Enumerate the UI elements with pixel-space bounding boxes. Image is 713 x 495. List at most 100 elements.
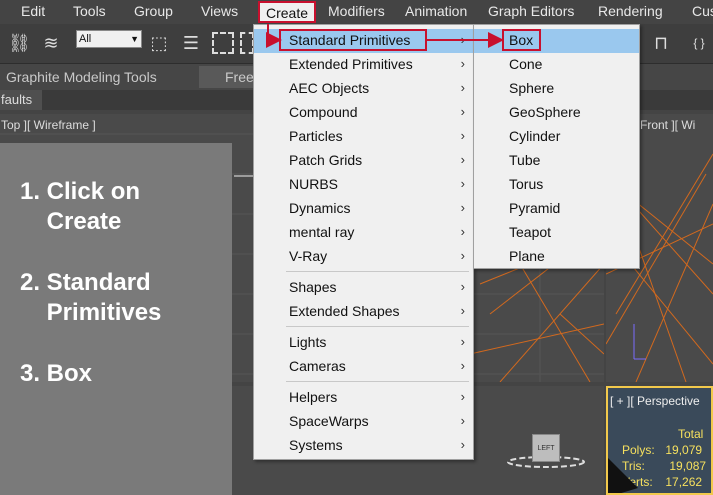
chevron-right-icon: › <box>460 104 465 119</box>
submenu-item-tube[interactable]: Tube <box>474 149 639 173</box>
menu-item-compound[interactable]: Compound › <box>254 101 473 125</box>
chevron-down-icon: ▼ <box>130 34 139 44</box>
menu-item-label: V-Ray <box>289 248 328 264</box>
chevron-right-icon: › <box>460 437 465 452</box>
menu-item-vray[interactable]: V-Ray › <box>254 245 473 269</box>
viewcube-icon[interactable]: LEFT <box>532 434 560 462</box>
selection-filter-dropdown[interactable]: All ▼ <box>76 30 142 48</box>
menu-item-systems[interactable]: Systems › <box>254 434 473 458</box>
chevron-right-icon: › <box>460 248 465 263</box>
menu-item-extended-shapes[interactable]: Extended Shapes › <box>254 300 473 324</box>
ribbon-tab-graphite[interactable]: Graphite Modeling Tools <box>6 69 157 85</box>
standard-primitives-submenu: Box Cone Sphere GeoSphere Cylinder Tube … <box>473 24 640 269</box>
chevron-right-icon: › <box>460 128 465 143</box>
link-icon[interactable]: ⛓ <box>8 32 31 54</box>
chevron-right-icon: › <box>460 80 465 95</box>
menu-separator <box>286 326 469 327</box>
standard-primitives-highlight <box>279 29 427 51</box>
submenu-item-label: Cylinder <box>509 128 561 144</box>
submenu-item-pyramid[interactable]: Pyramid <box>474 197 639 221</box>
submenu-item-plane[interactable]: Plane <box>474 245 639 269</box>
chevron-right-icon: › <box>460 32 465 47</box>
window-crossing-icon[interactable] <box>240 32 254 54</box>
chevron-right-icon: › <box>460 56 465 71</box>
menu-modifiers[interactable]: Modifiers <box>328 3 385 19</box>
submenu-item-label: Teapot <box>509 224 552 240</box>
create-menu: Standard Primitives › Extended Primitive… <box>253 24 474 460</box>
menu-item-lights[interactable]: Lights › <box>254 331 473 355</box>
unlink-icon[interactable]: ≋ <box>40 32 62 54</box>
chevron-right-icon: › <box>460 358 465 373</box>
menu-item-label: Patch Grids <box>289 152 363 168</box>
menu-item-spacewarps[interactable]: SpaceWarps › <box>254 410 473 434</box>
chevron-right-icon: › <box>460 389 465 404</box>
chevron-right-icon: › <box>460 334 465 349</box>
menu-item-patch-grids[interactable]: Patch Grids › <box>254 149 473 173</box>
submenu-item-torus[interactable]: Torus <box>474 173 639 197</box>
submenu-item-box[interactable]: Box <box>474 29 639 53</box>
box-highlight <box>502 29 541 51</box>
chevron-right-icon: › <box>460 200 465 215</box>
snap-magnet-icon[interactable]: ⊓ <box>650 32 672 54</box>
menu-tools[interactable]: Tools <box>73 3 106 19</box>
menu-item-particles[interactable]: Particles › <box>254 125 473 149</box>
chevron-right-icon: › <box>460 303 465 318</box>
menu-views[interactable]: Views <box>201 3 238 19</box>
ribbon-tab-freeform[interactable]: Free <box>199 66 259 88</box>
menu-item-extended-primitives[interactable]: Extended Primitives › <box>254 53 473 77</box>
submenu-item-geosphere[interactable]: GeoSphere <box>474 101 639 125</box>
chevron-right-icon: › <box>460 413 465 428</box>
submenu-item-teapot[interactable]: Teapot <box>474 221 639 245</box>
menu-item-label: Cameras <box>289 358 346 374</box>
menu-item-label: Dynamics <box>289 200 351 216</box>
menu-create-label: Create <box>266 5 309 21</box>
submenu-item-sphere[interactable]: Sphere <box>474 77 639 101</box>
menu-item-label: Extended Shapes <box>289 303 400 319</box>
menu-item-label: Extended Primitives <box>289 56 413 72</box>
submenu-item-label: Torus <box>509 176 544 192</box>
menu-edit[interactable]: Edit <box>21 3 45 19</box>
menu-item-nurbs[interactable]: NURBS › <box>254 173 473 197</box>
menu-item-label: Helpers <box>289 389 338 405</box>
menu-separator <box>286 271 469 272</box>
instruction-step-3: 3. Box <box>20 360 93 387</box>
menu-item-label: Systems <box>289 437 343 453</box>
menu-separator <box>286 381 469 382</box>
menu-create[interactable]: Create <box>258 1 316 23</box>
named-selection-icon[interactable]: { } <box>688 32 710 54</box>
submenu-item-label: Tube <box>509 152 541 168</box>
select-by-name-icon[interactable]: ☰ <box>180 32 202 54</box>
menu-animation[interactable]: Animation <box>405 3 467 19</box>
menu-rendering[interactable]: Rendering <box>598 3 663 19</box>
submenu-item-label: Cone <box>509 56 543 72</box>
menu-item-label: NURBS <box>289 176 339 192</box>
menu-item-shapes[interactable]: Shapes › <box>254 276 473 300</box>
submenu-item-cone[interactable]: Cone <box>474 53 639 77</box>
menu-group[interactable]: Group <box>134 3 173 19</box>
chevron-right-icon: › <box>460 224 465 239</box>
instruction-step-1: 1. Click on Create <box>20 178 141 235</box>
selection-filter-value: All <box>79 33 92 45</box>
ribbon-subtab-defaults[interactable]: faults <box>0 90 42 110</box>
submenu-item-label: Plane <box>509 248 545 264</box>
menu-item-label: AEC Objects <box>289 80 370 96</box>
menu-item-label: Particles <box>289 128 343 144</box>
menu-item-mental-ray[interactable]: mental ray › <box>254 221 473 245</box>
select-object-icon[interactable]: ⬚ <box>148 32 170 54</box>
menu-item-label: Lights <box>289 334 327 350</box>
menu-item-cameras[interactable]: Cameras › <box>254 355 473 379</box>
submenu-item-cylinder[interactable]: Cylinder <box>474 125 639 149</box>
menu-item-helpers[interactable]: Helpers › <box>254 386 473 410</box>
rect-select-region-icon[interactable] <box>212 32 234 54</box>
menu-graph-editors[interactable]: Graph Editors <box>488 3 574 19</box>
viewcube-label: LEFT <box>537 445 555 452</box>
menu-item-label: SpaceWarps <box>289 413 369 429</box>
perspective-terrain <box>608 458 638 493</box>
menu-customize[interactable]: Cus <box>692 3 713 19</box>
menu-item-aec-objects[interactable]: AEC Objects › <box>254 77 473 101</box>
menu-bar: Edit Tools Group Views Create Modifiers … <box>0 0 713 24</box>
menu-item-label: mental ray <box>289 224 355 240</box>
submenu-item-label: GeoSphere <box>509 104 581 120</box>
viewport-perspective[interactable]: [ + ][ Perspective Total Polys: 19,079 T… <box>606 386 713 495</box>
menu-item-dynamics[interactable]: Dynamics › <box>254 197 473 221</box>
